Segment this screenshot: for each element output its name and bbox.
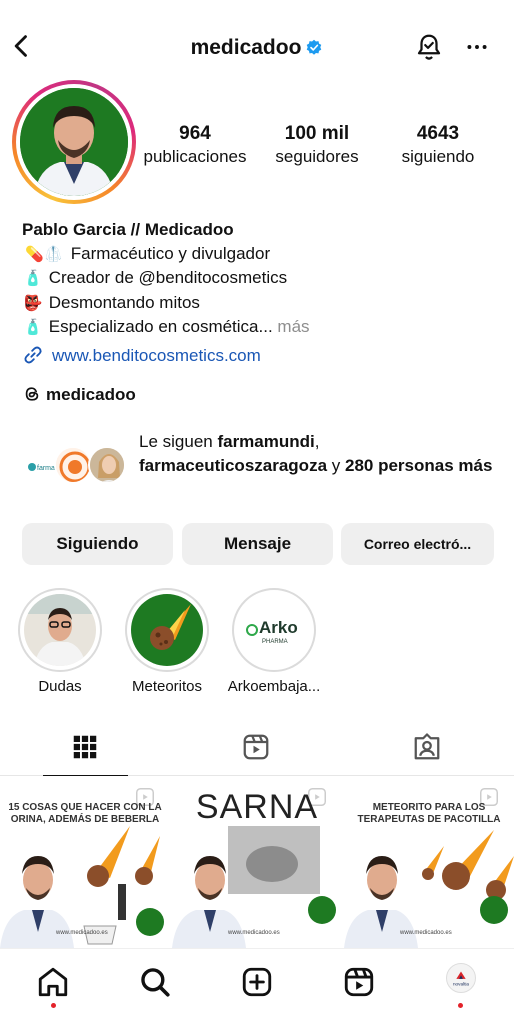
- tab-posts[interactable]: [0, 722, 171, 777]
- bio-line-text: Especializado en cosmética...: [48, 317, 273, 336]
- highlight-cover: [131, 594, 203, 666]
- highlight-dudas[interactable]: Dudas: [10, 588, 110, 695]
- tab-reels[interactable]: [171, 722, 342, 776]
- followers-count: 280 personas más: [344, 455, 493, 475]
- search-icon[interactable]: [138, 965, 172, 999]
- profile-avatar[interactable]: [12, 80, 136, 204]
- highlight-label: Dudas: [38, 678, 82, 695]
- bio-line: 👺 Desmontando mitos: [22, 291, 502, 316]
- follower-avatar: [54, 446, 92, 484]
- post-art: www.medicadoo.es: [0, 826, 164, 948]
- notification-dot: [51, 1003, 56, 1008]
- highlight-meteoritos[interactable]: Meteoritos: [117, 588, 217, 695]
- stat-posts[interactable]: 964 publicaciones: [140, 122, 250, 168]
- highlight-label: Arkoembaja...: [227, 678, 321, 695]
- pill-coat-emoji: 💊🥼: [25, 245, 63, 263]
- website-link[interactable]: www.benditocosmetics.com: [22, 345, 261, 366]
- profile-nav-avatar[interactable]: novaltia: [446, 963, 476, 993]
- avatar-photo: [20, 88, 128, 196]
- stat-value: 100 mil: [284, 123, 350, 144]
- threads-icon: [25, 387, 39, 401]
- bio-line: 🧴 Creador de @benditocosmetics: [22, 266, 502, 291]
- email-button[interactable]: Correo electró...: [341, 523, 494, 565]
- profile-actions: Siguiendo Mensaje Correo electró...: [22, 523, 494, 565]
- bio-line: 💊🥼 Farmacéutico y divulgador: [22, 242, 502, 267]
- post-website: www.medicadoo.es: [55, 930, 108, 936]
- highlight-label: Meteoritos: [131, 678, 203, 695]
- person-portrait: [20, 88, 128, 196]
- website-url: www.benditocosmetics.com: [52, 346, 261, 365]
- post-thumbnail[interactable]: SARNA www.medicadoo.es: [172, 776, 342, 948]
- more-link[interactable]: más: [277, 317, 309, 336]
- post-thumbnail[interactable]: 15 COSAS QUE HACER CON LA ORINA, ADEMÁS …: [0, 776, 170, 948]
- top-bar: medicadoo: [0, 22, 514, 74]
- lotion-emoji: 🧴: [23, 270, 43, 287]
- stat-followers[interactable]: 100 mil seguidores: [262, 122, 372, 168]
- followed-by[interactable]: farmamundi Le siguen farmamundi, farmace…: [22, 430, 502, 500]
- posts-grid: 15 COSAS QUE HACER CON LA ORINA, ADEMÁS …: [0, 776, 514, 948]
- lotion-emoji: 🧴: [23, 319, 43, 336]
- arko-logo-text: Arko: [259, 618, 298, 637]
- profile-tabs: [0, 722, 514, 777]
- highlight-arkoembaja[interactable]: Arko PHARMA Arkoembaja...: [224, 588, 324, 695]
- highlight-cover: Arko PHARMA: [238, 594, 310, 666]
- follower-avatar: [88, 446, 126, 484]
- stat-following[interactable]: 4643 siguiendo: [388, 122, 488, 168]
- follower-name: farmaceuticoszaragoza: [139, 455, 328, 475]
- threads-link[interactable]: medicadoo: [22, 384, 136, 405]
- post-website: www.medicadoo.es: [399, 930, 452, 936]
- post-art: www.medicadoo.es: [172, 826, 336, 948]
- more-horizontal-icon[interactable]: [464, 34, 490, 60]
- grid-icon: [73, 735, 97, 759]
- tab-tagged[interactable]: [342, 722, 513, 776]
- arko-logo-subtext: PHARMA: [262, 639, 288, 645]
- reels-icon[interactable]: [342, 965, 376, 999]
- novaltia-logo-text: novaltia: [453, 981, 469, 986]
- goblin-emoji: 👺: [23, 294, 43, 312]
- stat-value: 4643: [416, 123, 460, 144]
- bio-line-text: Farmacéutico y divulgador: [70, 243, 271, 263]
- following-button[interactable]: Siguiendo: [22, 523, 173, 565]
- add-square-icon[interactable]: [240, 965, 274, 999]
- post-thumbnail[interactable]: METEORITO PARA LOS TERAPEUTAS DE PACOTIL…: [344, 776, 514, 948]
- stat-label: seguidores: [275, 147, 359, 166]
- bio-line: 🧴 Especializado en cosmética... más: [22, 315, 502, 340]
- home-icon[interactable]: [36, 965, 70, 999]
- notification-dot: [458, 1003, 463, 1008]
- post-art: www.medicadoo.es: [344, 830, 514, 948]
- message-button[interactable]: Mensaje: [182, 523, 333, 565]
- bio-line-text: Desmontando mitos: [48, 292, 200, 312]
- highlight-cover: [24, 594, 96, 666]
- verified-badge-icon: [307, 39, 322, 55]
- post-website: www.medicadoo.es: [227, 930, 280, 936]
- reels-icon: [243, 734, 269, 760]
- stat-label: siguiendo: [401, 147, 475, 166]
- link-icon: [24, 346, 42, 364]
- profile-bio: Pablo Garcia // Medicadoo 💊🥼 Farmacéutic…: [22, 218, 502, 340]
- follower-name: farmamundi: [217, 432, 315, 451]
- threads-handle: medicadoo: [46, 385, 136, 404]
- tagged-person-icon: [414, 733, 440, 760]
- profile-stats: 964 publicaciones 100 mil seguidores 464…: [140, 122, 500, 172]
- bottom-navigation: novaltia: [0, 948, 514, 1024]
- username: medicadoo: [190, 36, 302, 59]
- stat-label: publicaciones: [143, 147, 247, 166]
- bell-check-icon[interactable]: [414, 32, 444, 62]
- story-highlights: Dudas Meteoritos Arko PHARMA Arkoembaja..…: [0, 588, 514, 698]
- stat-value: 964: [179, 123, 211, 144]
- followed-by-text: Le siguen farmamundi, farmaceuticoszarag…: [139, 432, 493, 475]
- profile-name: Pablo Garcia // Medicadoo: [22, 220, 234, 239]
- bio-line-text: Creador de @benditocosmetics: [48, 268, 288, 287]
